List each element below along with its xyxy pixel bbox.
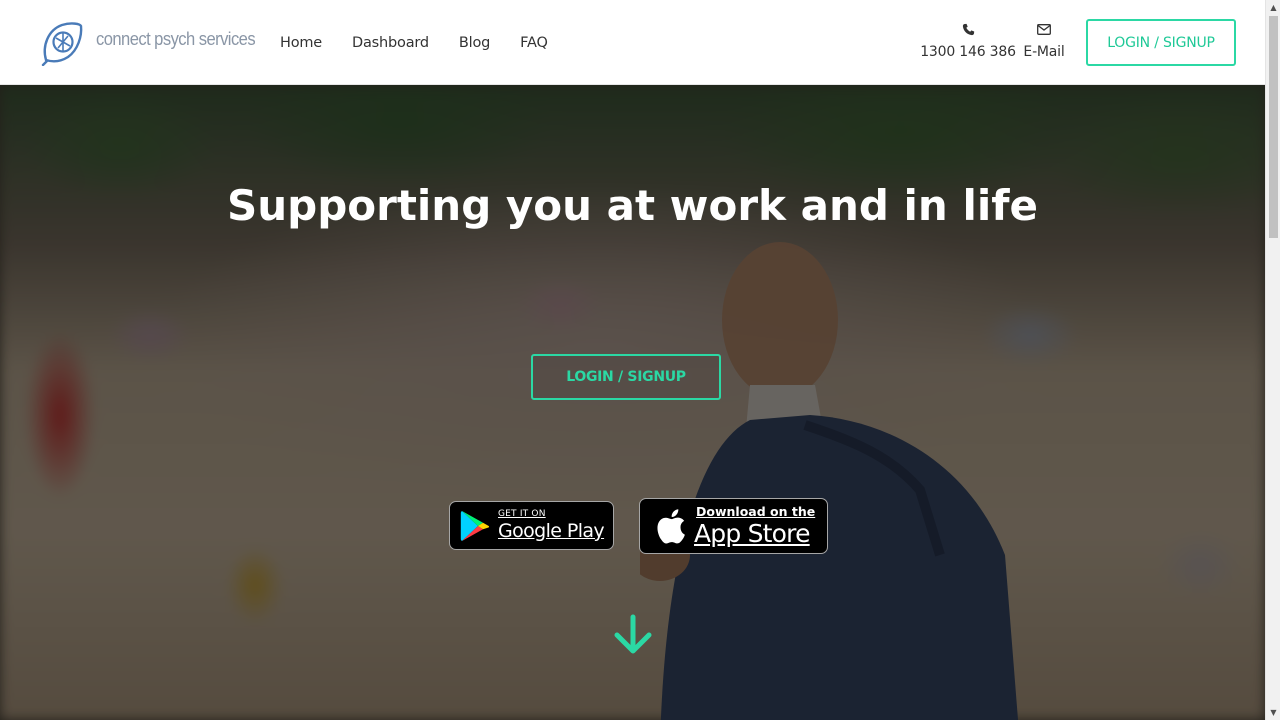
phone-link[interactable]: 1300 146 386 [920, 20, 1016, 60]
phone-number: 1300 146 386 [920, 44, 1016, 60]
main-nav: Home Dashboard Blog FAQ [280, 0, 548, 85]
leaf-logo-icon [41, 22, 83, 66]
scrollbar-thumb[interactable] [1269, 16, 1278, 238]
hero-title: Supporting you at work and in life [226, 181, 1039, 230]
scroll-down-arrow-button[interactable] [612, 613, 654, 657]
triangle-up-icon[interactable]: ▲ [1266, 0, 1280, 15]
email-link[interactable]: E-Mail [1018, 20, 1070, 60]
google-play-icon [460, 510, 490, 541]
site-header: connect psych services Home Dashboard Bl… [0, 0, 1265, 85]
page-scrollbar[interactable]: ▲ ▼ [1265, 0, 1280, 720]
apple-icon [657, 509, 685, 544]
header-login-signup-button[interactable]: LOGIN / SIGNUP [1086, 19, 1236, 66]
envelope-icon [1037, 20, 1051, 38]
nav-item-blog[interactable]: Blog [459, 35, 490, 51]
phone-icon [962, 20, 975, 38]
nav-item-dashboard[interactable]: Dashboard [352, 35, 429, 51]
google-play-small-text: GET IT ON [498, 509, 546, 519]
email-label: E-Mail [1023, 44, 1065, 60]
google-play-badge[interactable]: GET IT ON Google Play [449, 501, 614, 550]
nav-item-home[interactable]: Home [280, 35, 322, 51]
nav-item-faq[interactable]: FAQ [520, 35, 548, 51]
app-store-small-text: Download on the [696, 504, 816, 520]
hero-login-signup-button[interactable]: LOGIN / SIGNUP [531, 354, 721, 400]
hero-section: Supporting you at work and in life LOGIN… [0, 85, 1265, 720]
triangle-down-icon[interactable]: ▼ [1266, 705, 1280, 720]
arrow-down-icon [614, 614, 652, 654]
google-play-big-text: Google Play [498, 520, 605, 542]
app-store-big-text: App Store [694, 518, 810, 548]
brand-logo[interactable]: connect psych services [40, 20, 269, 66]
app-store-badge[interactable]: Download on the App Store [639, 498, 828, 554]
brand-name: connect psych services [96, 28, 256, 49]
